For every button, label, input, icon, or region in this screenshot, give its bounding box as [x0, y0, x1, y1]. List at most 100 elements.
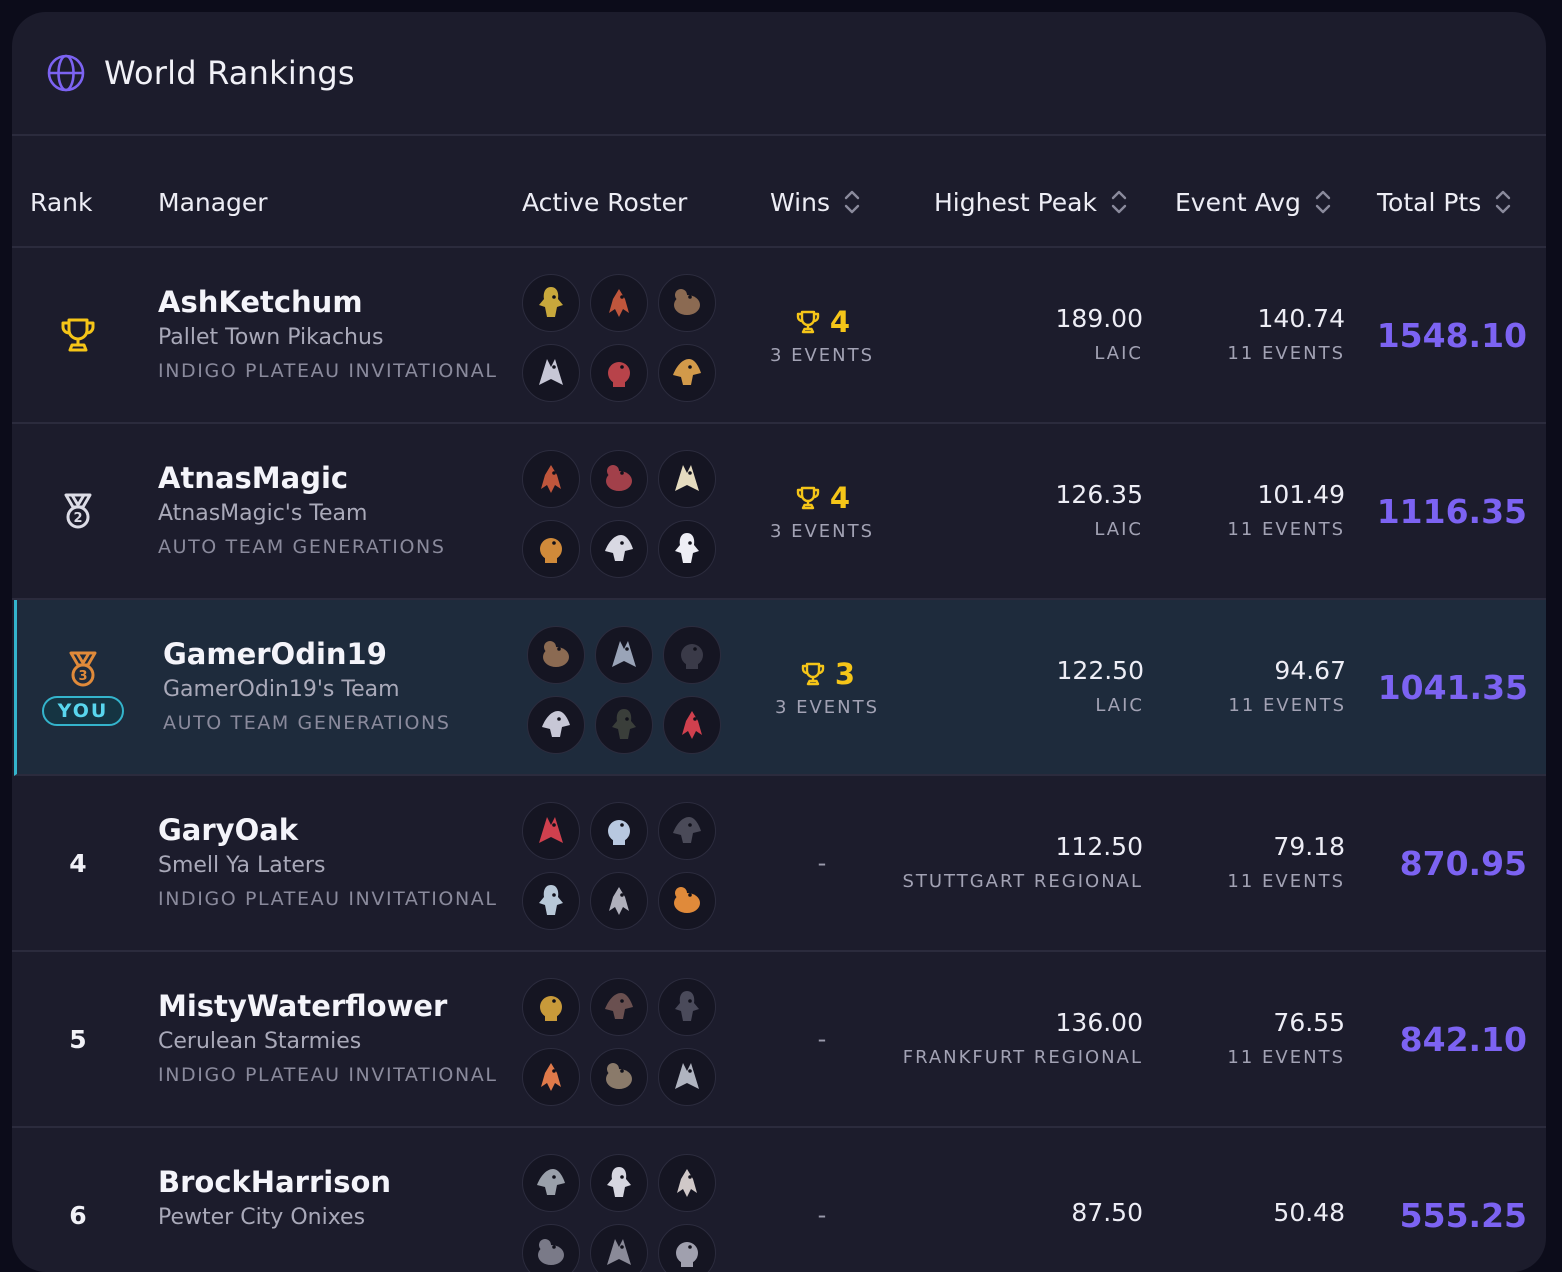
roster-pokemon-icon[interactable] — [522, 344, 580, 402]
page-title: World Rankings — [104, 54, 355, 92]
roster-pokemon-icon[interactable] — [590, 872, 648, 930]
roster-pokemon-icon[interactable] — [658, 274, 716, 332]
manager-name[interactable]: GamerOdin19 — [163, 636, 513, 672]
event-avg-count: 11 EVENTS — [1228, 695, 1346, 716]
roster-pokemon-icon[interactable] — [590, 978, 648, 1036]
roster-pokemon-icon[interactable] — [522, 450, 580, 508]
roster-pokemon-icon[interactable] — [663, 696, 721, 754]
wins-empty: - — [817, 1025, 827, 1053]
wins-count: 3 — [834, 656, 856, 691]
team-name: GamerOdin19's Team — [163, 677, 400, 702]
bronze-medal-icon: 3 — [62, 648, 104, 690]
wins-cell: 4 3 EVENTS — [754, 424, 890, 598]
event-avg-value: 76.55 — [1273, 1008, 1345, 1037]
event-avg-count: 11 EVENTS — [1227, 519, 1345, 540]
roster-pokemon-icon[interactable] — [527, 626, 585, 684]
col-total-sort[interactable]: Total Pts — [1377, 158, 1511, 246]
wins-count: 4 — [829, 304, 851, 339]
roster-pokemon-icon[interactable] — [590, 344, 648, 402]
roster-pokemon-icon[interactable] — [522, 1048, 580, 1106]
roster-pokemon-icon[interactable] — [663, 626, 721, 684]
you-badge: YOU — [41, 696, 125, 726]
manager-cell: GamerOdin19 GamerOdin19's Team AUTO TEAM G… — [163, 636, 513, 738]
roster-pokemon-icon[interactable] — [590, 520, 648, 578]
highest-peak-value: 122.50 — [1056, 656, 1144, 685]
roster-pokemon-icon[interactable] — [527, 696, 585, 754]
roster-pokemon-icon[interactable] — [522, 520, 580, 578]
roster-pokemon-icon[interactable] — [658, 344, 716, 402]
roster-pokemon-icon[interactable] — [590, 1224, 648, 1272]
sort-icon — [1315, 190, 1331, 214]
active-roster — [522, 274, 716, 402]
roster-pokemon-icon[interactable] — [522, 274, 580, 332]
active-roster — [522, 978, 716, 1106]
manager-name[interactable]: BrockHarrison — [158, 1164, 508, 1200]
league-name: AUTO TEAM GENERATIONS — [158, 536, 446, 558]
rank-number: 5 — [69, 1024, 87, 1054]
manager-cell: BrockHarrison Pewter City Onixes — [158, 1164, 508, 1236]
roster-pokemon-icon[interactable] — [590, 274, 648, 332]
col-wins-sort[interactable]: Wins — [770, 158, 860, 246]
team-name: AtnasMagic's Team — [158, 501, 368, 526]
roster-pokemon-icon[interactable] — [590, 1048, 648, 1106]
active-roster — [522, 1154, 716, 1272]
wins-cell: - — [754, 952, 890, 1126]
manager-name[interactable]: AtnasMagic — [158, 460, 508, 496]
rank-cell — [40, 248, 116, 422]
highest-peak-cell: 87.50 — [1071, 1128, 1143, 1272]
table-row[interactable]: 6 BrockHarrison Pewter City Onixes - 87.50 50… — [12, 1128, 1546, 1272]
sort-icon — [1496, 190, 1511, 214]
highest-peak-value: 87.50 — [1071, 1198, 1143, 1227]
roster-pokemon-icon[interactable] — [522, 1154, 580, 1212]
manager-cell: AshKetchum Pallet Town Pikachus INDIGO PLA… — [158, 284, 508, 386]
event-avg-count: 11 EVENTS — [1227, 1047, 1345, 1068]
roster-pokemon-icon[interactable] — [658, 1224, 716, 1272]
wins-cell: - — [754, 1128, 890, 1272]
event-avg-count: 11 EVENTS — [1227, 343, 1345, 364]
roster-pokemon-icon[interactable] — [522, 978, 580, 1036]
table-row[interactable]: 4 GaryOak Smell Ya Laters INDIGO PLATEAU IN… — [12, 776, 1546, 952]
table-row[interactable]: 2 AtnasMagic AtnasMagic's Team AUTO TEAM GE… — [12, 424, 1546, 600]
highest-peak-cell: 189.00 LAIC — [1056, 248, 1143, 422]
globe-icon — [47, 54, 85, 92]
trophy-icon — [57, 314, 99, 356]
roster-pokemon-icon[interactable] — [595, 696, 653, 754]
event-avg-cell: 140.74 11 EVENTS — [1227, 248, 1345, 422]
highest-peak-value: 126.35 — [1055, 480, 1143, 509]
manager-name[interactable]: AshKetchum — [158, 284, 508, 320]
sort-icon — [844, 190, 860, 214]
roster-pokemon-icon[interactable] — [658, 520, 716, 578]
event-avg-count: 11 EVENTS — [1227, 871, 1345, 892]
roster-pokemon-icon[interactable] — [522, 802, 580, 860]
roster-pokemon-icon[interactable] — [590, 802, 648, 860]
roster-pokemon-icon[interactable] — [595, 626, 653, 684]
roster-pokemon-icon[interactable] — [658, 978, 716, 1036]
table-row[interactable]: 5 MistyWaterflower Cerulean Starmies INDIGO… — [12, 952, 1546, 1128]
team-name: Smell Ya Laters — [158, 853, 326, 878]
col-rank: Rank — [30, 187, 93, 217]
event-avg-value: 79.18 — [1273, 832, 1345, 861]
roster-pokemon-icon[interactable] — [590, 1154, 648, 1212]
roster-pokemon-icon[interactable] — [658, 1048, 716, 1106]
manager-name[interactable]: MistyWaterflower — [158, 988, 508, 1024]
roster-pokemon-icon[interactable] — [658, 1154, 716, 1212]
manager-cell: MistyWaterflower Cerulean Starmies INDIGO … — [158, 988, 508, 1090]
roster-pokemon-icon[interactable] — [590, 450, 648, 508]
col-peak-sort[interactable]: Highest Peak — [934, 158, 1127, 246]
event-avg-value: 50.48 — [1273, 1198, 1345, 1227]
table-row[interactable]: 3 YOU GamerOdin19 GamerOdin19's Team AUTO TE… — [14, 600, 1546, 776]
roster-pokemon-icon[interactable] — [522, 872, 580, 930]
roster-pokemon-icon[interactable] — [658, 450, 716, 508]
table-row[interactable]: AshKetchum Pallet Town Pikachus INDIGO PLA… — [12, 248, 1546, 424]
wins-cell: - — [754, 776, 890, 950]
sort-icon — [1111, 190, 1127, 214]
manager-cell: AtnasMagic AtnasMagic's Team AUTO TEAM GEN… — [158, 460, 508, 562]
rank-cell: 6 — [40, 1128, 116, 1272]
roster-pokemon-icon[interactable] — [658, 802, 716, 860]
total-points: 1116.35 — [1376, 491, 1527, 531]
roster-pokemon-icon[interactable] — [522, 1224, 580, 1272]
col-avg-sort[interactable]: Event Avg — [1175, 158, 1331, 246]
highest-peak-event: STUTTGART REGIONAL — [902, 871, 1143, 892]
roster-pokemon-icon[interactable] — [658, 872, 716, 930]
manager-name[interactable]: GaryOak — [158, 812, 508, 848]
